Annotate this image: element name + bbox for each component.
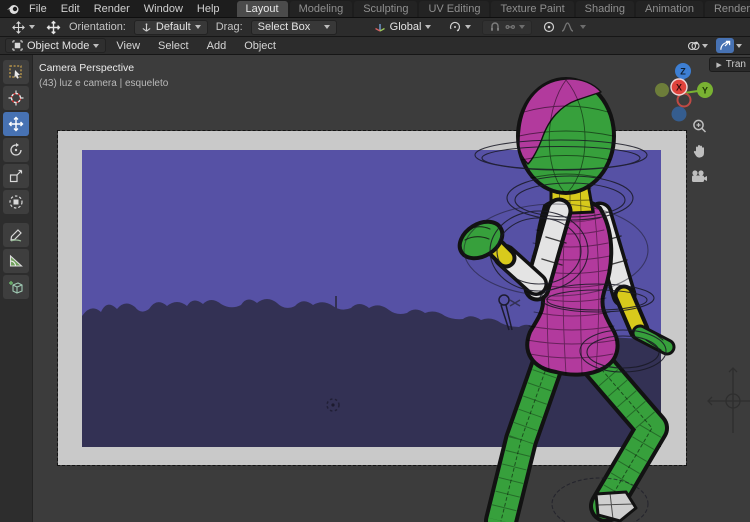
tab-animation[interactable]: Animation	[636, 1, 703, 17]
gizmo-axes[interactable]: Z X Y	[655, 63, 713, 122]
tool-annotate[interactable]	[3, 223, 29, 247]
falloff-curve-icon	[561, 21, 574, 33]
proportional-edit-icon	[543, 21, 555, 33]
menu-view[interactable]: View	[108, 39, 148, 53]
tool-select-box[interactable]	[3, 60, 29, 84]
pan-hand-button[interactable]	[688, 142, 710, 160]
transform-orientation-dropdown[interactable]: Global	[367, 20, 439, 35]
menu-render[interactable]: Render	[87, 2, 137, 16]
chevron-down-icon	[324, 25, 330, 29]
drag-dropdown[interactable]: Select Box	[251, 20, 337, 35]
menu-help[interactable]: Help	[190, 2, 227, 16]
snapping-group[interactable]	[482, 20, 532, 35]
active-tool-dropdown[interactable]	[5, 20, 42, 35]
sidebar-tab-label: Tran	[726, 59, 746, 70]
menu-edit[interactable]: Edit	[54, 2, 87, 16]
camera-frame[interactable]	[58, 131, 686, 465]
chevron-down-icon	[29, 25, 35, 29]
tab-sculpting[interactable]: Sculpting	[354, 1, 417, 17]
skyline-silhouette	[82, 150, 661, 447]
move-tool-icon	[12, 21, 25, 34]
tab-shading[interactable]: Shading	[576, 1, 634, 17]
tool-measure[interactable]	[3, 249, 29, 273]
menu-object[interactable]: Object	[236, 39, 284, 53]
gizmo-toggle[interactable]	[716, 38, 734, 53]
chevron-down-icon	[736, 44, 742, 48]
chevron-down-icon	[93, 44, 99, 48]
orientation-label: Orientation:	[69, 21, 126, 33]
transform-orientation-value: Global	[390, 21, 422, 33]
orientation-value: Default	[156, 21, 191, 33]
3d-viewport[interactable]: Camera Perspective (43) luz e camera | e…	[0, 55, 750, 522]
pivot-point-icon	[449, 21, 461, 33]
snap-settings-icon	[504, 21, 516, 33]
toolbar	[0, 55, 33, 522]
pivot-point-dropdown[interactable]	[442, 20, 478, 35]
menu-add[interactable]: Add	[199, 39, 235, 53]
show-overlays-dropdown[interactable]	[684, 38, 711, 53]
tool-settings-bar: Orientation: Default Drag: Select Box Gl…	[0, 18, 750, 37]
camera-render-region	[82, 150, 661, 447]
gizmo-y-label: Y	[702, 86, 708, 96]
object-mode-icon	[12, 40, 23, 51]
chevron-down-icon	[465, 25, 471, 29]
tab-rendering[interactable]: Rendering	[705, 1, 750, 17]
menu-select[interactable]: Select	[150, 39, 197, 53]
chevron-down-icon	[195, 25, 201, 29]
mode-dropdown[interactable]: Object Mode	[5, 38, 106, 53]
tool-rotate[interactable]	[3, 138, 29, 162]
viewport-overlay-text: Camera Perspective (43) luz e camera | e…	[39, 60, 168, 92]
overlays-icon	[687, 40, 700, 52]
gizmo-x-label: X	[676, 83, 682, 93]
chevron-down-icon	[425, 25, 431, 29]
empty-axes-object	[708, 368, 750, 433]
tab-uv-editing[interactable]: UV Editing	[419, 1, 489, 17]
top-menu-bar: File Edit Render Window Help Layout Mode…	[0, 0, 750, 18]
camera-view-button[interactable]	[688, 167, 710, 185]
blender-logo-icon[interactable]	[6, 2, 20, 15]
navigation-gizmo[interactable]: Z X Y	[648, 57, 724, 127]
snap-magnet-icon	[489, 21, 501, 33]
proportional-editing-group[interactable]	[536, 20, 593, 35]
tab-texture-paint[interactable]: Texture Paint	[491, 1, 573, 17]
tool-scale[interactable]	[3, 164, 29, 188]
drag-value: Select Box	[258, 21, 311, 33]
tab-modeling[interactable]: Modeling	[290, 1, 353, 17]
viewport-nav-buttons	[688, 117, 710, 185]
viewport-header: Object Mode View Select Add Object	[0, 37, 750, 55]
mode-value: Object Mode	[27, 40, 89, 52]
chevron-down-icon	[702, 44, 708, 48]
active-tool-move-icon[interactable]	[46, 20, 61, 35]
menu-file[interactable]: File	[22, 2, 54, 16]
menu-window[interactable]: Window	[137, 2, 190, 16]
tool-cursor[interactable]	[3, 86, 29, 110]
tool-transform[interactable]	[3, 190, 29, 214]
tool-add-cube[interactable]	[3, 275, 29, 299]
drag-label: Drag:	[216, 21, 243, 33]
view-name: Camera Perspective	[39, 60, 168, 76]
orientation-dropdown[interactable]: Default	[134, 20, 208, 35]
chevron-down-icon	[580, 25, 586, 29]
workspace-tabs: Layout Modeling Sculpting UV Editing Tex…	[237, 1, 750, 17]
gizmo-z-label: Z	[680, 67, 686, 77]
show-gizmo-dropdown[interactable]	[713, 38, 745, 53]
orientation-icon	[141, 22, 152, 33]
collection-object-name: (43) luz e camera | esqueleto	[39, 76, 168, 92]
tab-layout[interactable]: Layout	[237, 1, 288, 17]
zoom-button[interactable]	[688, 117, 710, 135]
tool-move[interactable]	[3, 112, 29, 136]
global-axes-icon	[374, 21, 386, 33]
gizmo-icon	[719, 40, 731, 52]
chevron-down-icon	[519, 25, 525, 29]
